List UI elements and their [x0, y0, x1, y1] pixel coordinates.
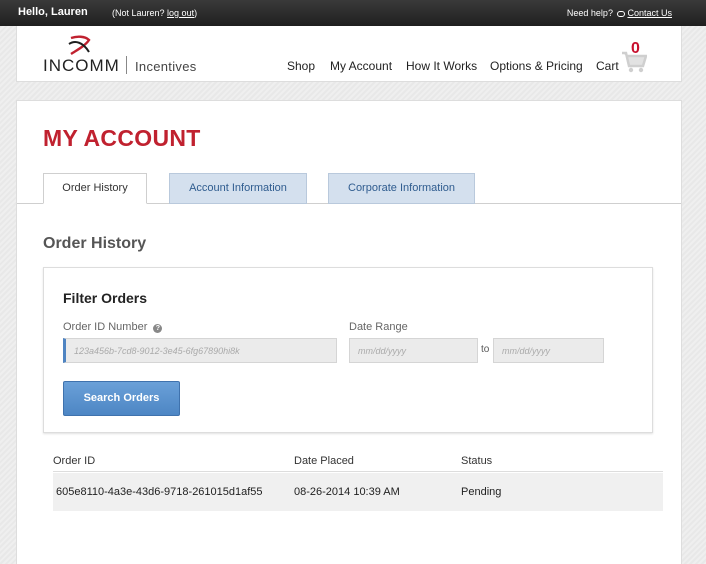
order-id-input[interactable] — [63, 338, 337, 363]
date-range-label: Date Range — [349, 321, 408, 333]
tab-order-history[interactable]: Order History — [43, 173, 147, 204]
chat-bubble-icon — [617, 11, 626, 17]
help-question-icon[interactable]: ? — [153, 324, 163, 333]
nav-how-it-works[interactable]: How It Works — [406, 59, 477, 73]
top-bar: Hello, Lauren (Not Lauren? log out) Need… — [0, 0, 706, 26]
contact-us-link[interactable]: Contact Us — [627, 8, 672, 18]
date-to-input[interactable] — [493, 338, 604, 363]
nav-options-pricing[interactable]: Options & Pricing — [490, 59, 583, 73]
logo-divider — [126, 56, 127, 74]
tab-corporate-information[interactable]: Corporate Information — [328, 173, 475, 204]
filter-title: Filter Orders — [63, 290, 148, 306]
column-status: Status — [461, 455, 493, 467]
nav-cart[interactable]: Cart — [596, 59, 619, 73]
order-id-label: Order ID Number? — [63, 321, 163, 333]
incomm-logo[interactable]: INCOMM Incentives — [43, 34, 203, 75]
tab-account-information[interactable]: Account Information — [169, 173, 307, 204]
table-row[interactable]: 605e8110-4a3e-43d6-9718-261015d1af55 08-… — [53, 473, 663, 511]
column-date-placed: Date Placed — [294, 455, 354, 467]
brand-name: INCOMM — [43, 56, 120, 75]
filter-orders-panel: Filter Orders Order ID Number? Date Rang… — [43, 267, 653, 433]
section-title: Order History — [43, 235, 147, 252]
account-card: MY ACCOUNT Order History Account Informa… — [16, 100, 682, 564]
help-area: Need help? Contact Us — [566, 8, 672, 18]
table-header-divider — [53, 471, 663, 472]
date-from-input[interactable] — [349, 338, 478, 363]
not-user-notice: (Not Lauren? log out) — [112, 8, 198, 18]
order-id-cell: 605e8110-4a3e-43d6-9718-261015d1af55 — [56, 486, 263, 498]
incomm-swirl-icon — [68, 35, 91, 55]
logout-link[interactable]: log out — [167, 8, 194, 18]
column-order-id: Order ID — [53, 455, 96, 467]
search-orders-button[interactable]: Search Orders — [63, 381, 180, 416]
cart-count-badge: 0 — [631, 40, 640, 57]
site-header: INCOMM Incentives Shop My Account How It… — [16, 26, 682, 82]
page-title: MY ACCOUNT — [43, 125, 201, 151]
greeting: Hello, Lauren — [18, 6, 88, 18]
nav-my-account[interactable]: My Account — [330, 59, 392, 73]
nav-shop[interactable]: Shop — [287, 59, 315, 73]
status-cell: Pending — [461, 486, 502, 498]
date-placed-cell: 08-26-2014 10:39 AM — [294, 486, 400, 498]
brand-subtitle: Incentives — [135, 59, 197, 74]
date-range-to: to — [481, 344, 490, 355]
